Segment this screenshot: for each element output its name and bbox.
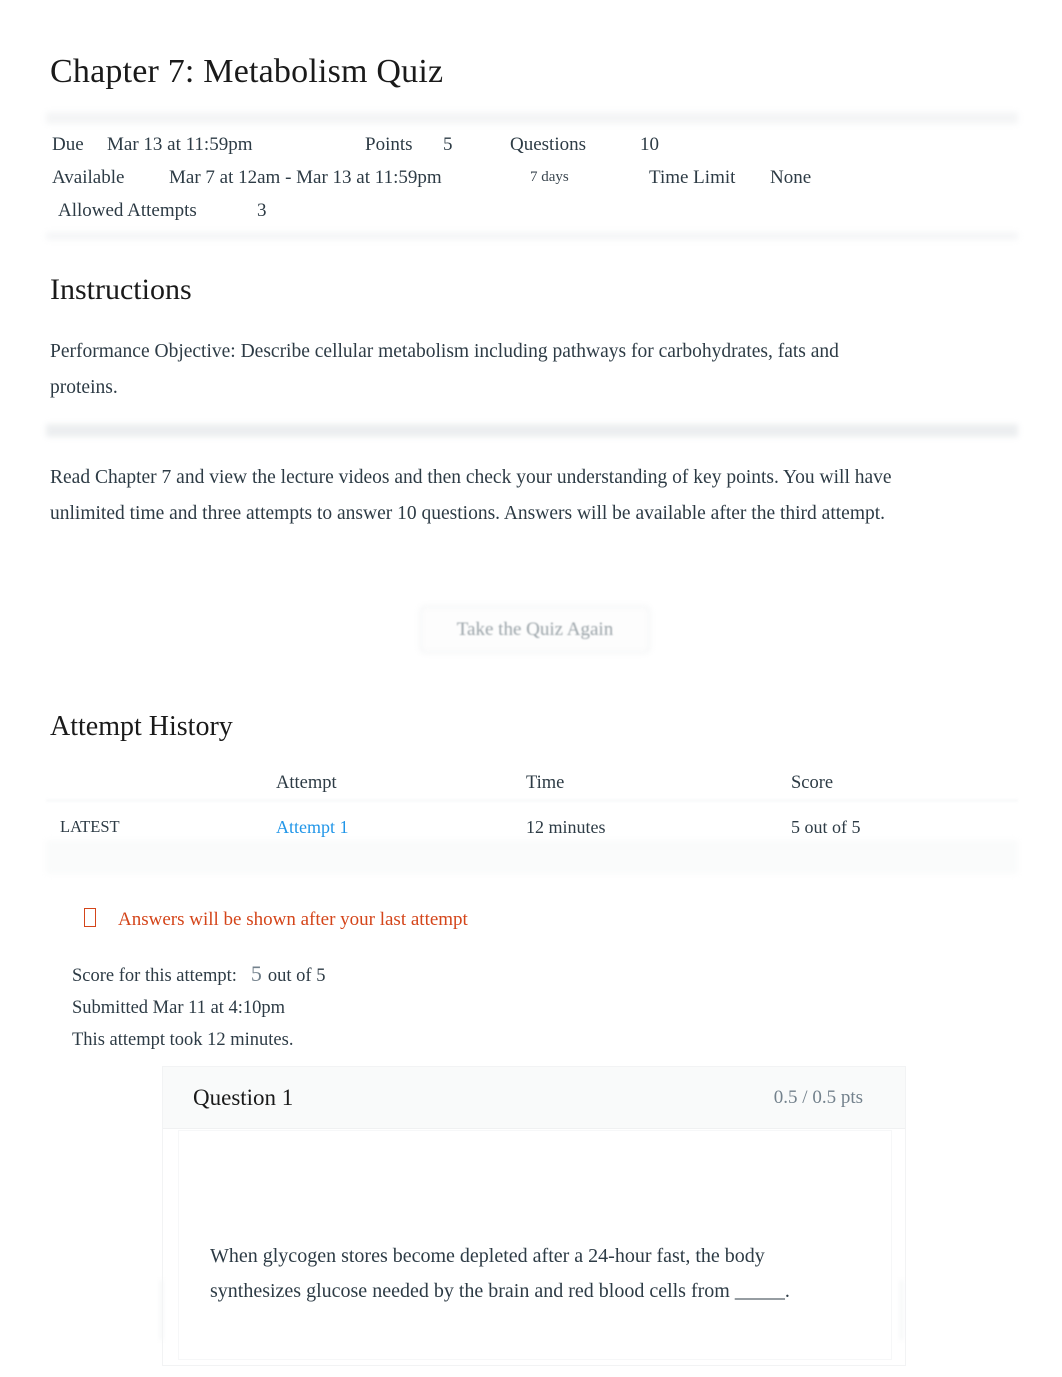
attempt-history-heading: Attempt History (50, 711, 233, 742)
score-value: 5 (250, 961, 262, 986)
quiz-meta-block: Due Mar 13 at 11:59pm Points 5 Questions… (52, 128, 1012, 227)
divider-top (46, 112, 1018, 124)
row-score: 5 out of 5 (791, 817, 861, 837)
page-edge-left (160, 1280, 163, 1340)
instructions-body: Read Chapter 7 and view the lecture vide… (50, 467, 892, 524)
column-header-attempt: Attempt (276, 773, 337, 793)
answers-hidden-alert: Answers will be shown after your last at… (84, 908, 468, 931)
question-title: Question 1 (193, 1085, 294, 1110)
question-card: Question 1 0.5 / 0.5 pts When glycogen s… (162, 1066, 906, 1366)
question-card-header: Question 1 0.5 / 0.5 pts (163, 1067, 905, 1129)
allowed-attempts-label: Allowed Attempts (58, 200, 197, 221)
page-title: Chapter 7: Metabolism Quiz (50, 53, 444, 90)
score-suffix: out of 5 (267, 966, 326, 986)
time-limit-label: Time Limit (649, 167, 736, 188)
questions-label: Questions (510, 134, 586, 155)
row-time: 12 minutes (526, 817, 606, 837)
instructions-objective: Performance Objective: Describe cellular… (50, 341, 839, 398)
take-quiz-again-button[interactable]: Take the Quiz Again (410, 598, 660, 662)
score-for-attempt-line: Score for this attempt: 5 out of 5 (72, 958, 325, 992)
row-kept-badge: LATEST (60, 817, 120, 836)
quiz-page: Chapter 7: Metabolism Quiz Due Mar 13 at… (0, 0, 1062, 1377)
questions-value: 10 (640, 134, 659, 155)
question-body-panel: When glycogen stores become depleted aft… (179, 1131, 891, 1359)
warning-outline-icon (84, 908, 96, 927)
question-text: When glycogen stores become depleted aft… (210, 1245, 790, 1302)
page-edge-right (900, 1280, 903, 1340)
available-value: Mar 7 at 12am - Mar 13 at 11:59pm (169, 167, 442, 188)
answers-hidden-alert-text: Answers will be shown after your last at… (118, 909, 468, 930)
submitted-line: Submitted Mar 11 at 4:10pm (72, 998, 286, 1018)
question-points: 0.5 / 0.5 pts (773, 1087, 863, 1108)
column-header-score: Score (791, 773, 834, 793)
available-duration: 7 days (530, 169, 569, 185)
divider-instructions (46, 424, 1018, 437)
points-value: 5 (443, 134, 453, 155)
duration-line: This attempt took 12 minutes. (72, 1030, 294, 1050)
meta-row-attempts: Allowed Attempts 3 (52, 194, 1012, 227)
table-row: LATEST Attempt 1 12 minutes 5 out of 5 (52, 806, 1018, 848)
points-label: Points (365, 134, 413, 155)
available-label: Available (52, 167, 125, 188)
due-label: Due (52, 134, 84, 155)
allowed-attempts-value: 3 (257, 200, 267, 221)
meta-row-due: Due Mar 13 at 11:59pm Points 5 Questions… (52, 128, 1012, 161)
instructions-heading: Instructions (50, 273, 192, 306)
attempt-score-summary: Score for this attempt: 5 out of 5 Submitt… (72, 958, 325, 1056)
column-header-time: Time (526, 773, 565, 793)
attempt-history-table: Attempt Time Score LATEST Attempt 1 12 m… (52, 762, 1018, 848)
take-quiz-again-label: Take the Quiz Again (456, 619, 614, 640)
meta-row-available: Available Mar 7 at 12am - Mar 13 at 11:5… (52, 161, 1012, 194)
table-header-row: Attempt Time Score (52, 762, 1018, 806)
due-value: Mar 13 at 11:59pm (107, 134, 253, 155)
attempt-link[interactable]: Attempt 1 (276, 806, 349, 848)
time-limit-value: None (770, 167, 812, 188)
divider-meta-bottom (46, 232, 1018, 240)
score-label: Score for this attempt: (72, 966, 237, 986)
